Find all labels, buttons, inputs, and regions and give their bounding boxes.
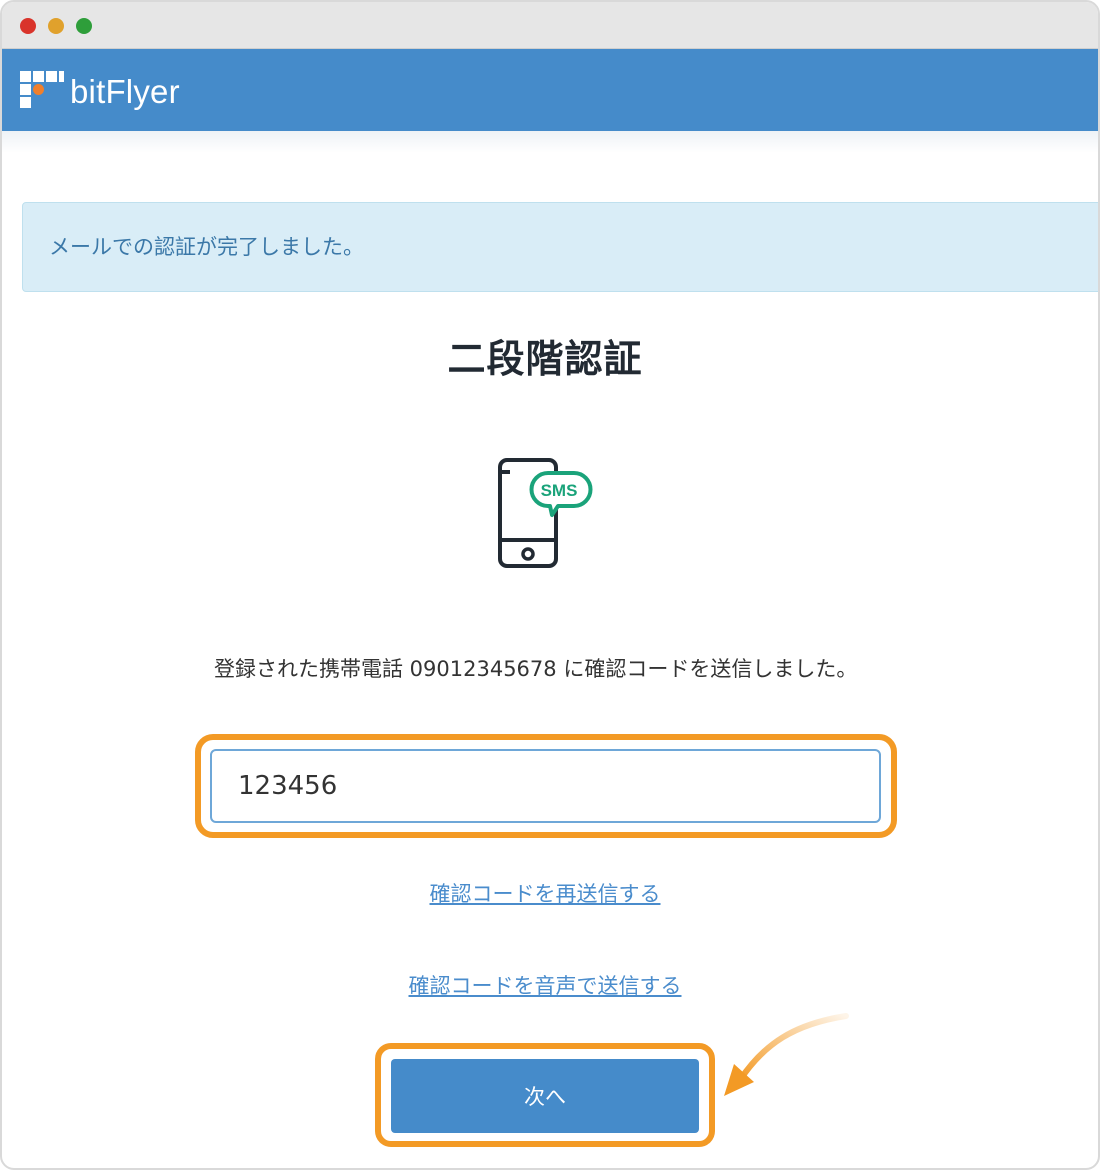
window-titlebar [2,2,1098,49]
browser-window: bitFlyer メールでの認証が完了しました。 二段階認証 SMS 登録された… [0,0,1100,1170]
header-shadow [2,131,1098,153]
pointer-arrow-icon [724,1013,849,1096]
voice-code-link[interactable]: 確認コードを音声で送信する [2,970,1088,1000]
maximize-window-button[interactable] [76,18,92,34]
success-alert: メールでの認証が完了しました。 [22,202,1098,292]
brand-name[interactable]: bitFlyer [70,73,180,111]
minimize-window-button[interactable] [48,18,64,34]
close-window-button[interactable] [20,18,36,34]
alert-text: メールでの認証が完了しました。 [49,235,364,259]
next-button[interactable]: 次へ [391,1059,699,1133]
phone-sms-icon: SMS [498,458,593,568]
page-title: 二段階認証 [447,337,643,381]
sent-message: 登録された携帯電話 09012345678 に確認コードを送信しました。 [214,657,858,681]
verification-code-input[interactable] [210,749,881,823]
site-header: bitFlyer [2,49,1098,131]
resend-code-link[interactable]: 確認コードを再送信する [2,878,1088,908]
sms-badge-text: SMS [541,481,578,500]
bitflyer-logo-icon [20,71,64,111]
